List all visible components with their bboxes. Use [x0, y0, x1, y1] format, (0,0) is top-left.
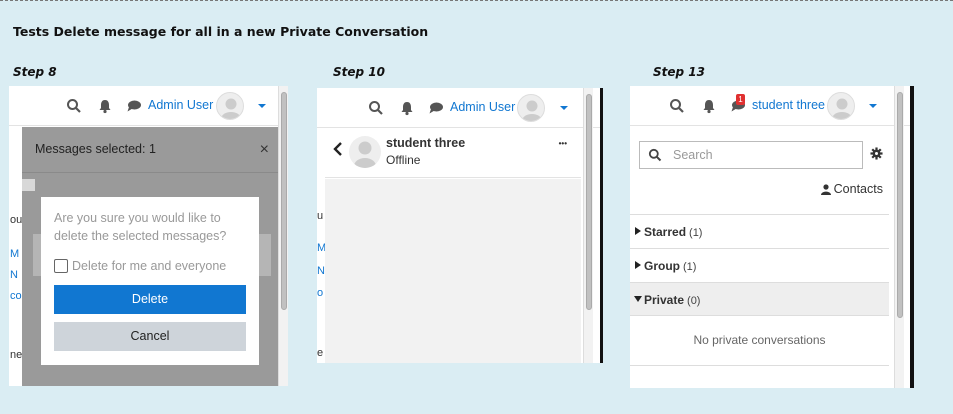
step-label-8: Step 8 — [13, 65, 57, 79]
page-title: Tests Delete message for all in a new Pr… — [13, 24, 429, 39]
step10-scrollbar-thumb[interactable] — [586, 94, 592, 310]
step10-screenshot: Admin User u M N o e student three Offli… — [317, 88, 603, 363]
search-input[interactable]: Search — [639, 141, 863, 169]
step10-scrollbar[interactable] — [583, 88, 593, 363]
delete-for-everyone-label: Delete for me and everyone — [72, 259, 227, 273]
step13-window-edge — [910, 86, 914, 388]
messages-selected-text: Messages selected: 1 — [35, 142, 156, 156]
contact-status: Offline — [386, 153, 421, 167]
contacts-link[interactable]: Contacts — [820, 182, 883, 196]
user-menu-name[interactable]: student three — [752, 98, 825, 112]
delete-button[interactable]: Delete — [54, 285, 246, 314]
conversation-header: student three Offline ••• — [325, 128, 581, 178]
gear-icon[interactable] — [870, 147, 883, 160]
section-private[interactable]: Private (0) — [630, 282, 889, 316]
step-label-10: Step 10 — [333, 65, 385, 79]
section-group[interactable]: Group (1) — [630, 248, 889, 282]
contact-name[interactable]: student three — [386, 136, 465, 150]
chevron-down-icon[interactable] — [258, 103, 266, 109]
step13-scrollbar-thumb[interactable] — [897, 92, 903, 318]
step13-scrollbar[interactable] — [894, 86, 904, 388]
caret-right-icon — [635, 261, 641, 269]
search-placeholder: Search — [673, 148, 713, 162]
user-menu-name[interactable]: Admin User — [450, 100, 515, 114]
step8-page-fragments: ou M N co ne — [9, 127, 22, 386]
delete-confirm-question: Are you sure you would like to delete th… — [54, 211, 227, 243]
step13-navbar: 1 student three — [630, 86, 914, 126]
contact-avatar[interactable] — [349, 136, 381, 168]
step8-navbar: Admin User — [9, 86, 288, 126]
user-avatar[interactable] — [827, 92, 855, 120]
step13-bottom-divider — [630, 365, 889, 366]
step-label-13: Step 13 — [653, 65, 705, 79]
empty-private-conversations: No private conversations — [693, 333, 826, 347]
cancel-button[interactable]: Cancel — [54, 322, 246, 351]
messages-selected-bar: Messages selected: 1 × — [22, 127, 279, 173]
user-icon — [820, 184, 831, 195]
step8-scrollbar[interactable] — [278, 86, 288, 386]
user-avatar[interactable] — [517, 94, 545, 122]
section-starred[interactable]: Starred (1) — [630, 214, 889, 248]
chat-icon[interactable] — [126, 98, 142, 114]
chat-icon[interactable] — [428, 100, 444, 116]
back-chevron-icon[interactable] — [333, 142, 343, 156]
chevron-down-icon[interactable] — [869, 103, 877, 109]
delete-confirm-dialog: Are you sure you would like to delete th… — [41, 197, 259, 365]
delete-for-everyone-checkbox[interactable] — [54, 259, 68, 273]
notification-badge: 1 — [736, 94, 745, 105]
step8-scrollbar-thumb[interactable] — [281, 92, 287, 310]
step8-screenshot: Admin User ou M N co ne Messages selecte… — [9, 86, 288, 386]
contacts-label: Contacts — [833, 182, 883, 196]
chevron-down-icon[interactable] — [560, 105, 568, 111]
step10-navbar: Admin User — [317, 88, 603, 128]
delete-for-everyone-row: Delete for me and everyone — [54, 259, 226, 273]
step10-window-edge — [600, 88, 603, 363]
step13-screenshot: 1 student three Search Contacts Starred(… — [630, 86, 914, 388]
step8-faded-message — [22, 179, 35, 191]
step10-page-fragments: u M N o e — [317, 210, 327, 359]
caret-down-icon — [634, 296, 642, 302]
search-icon[interactable] — [669, 98, 685, 114]
search-icon[interactable] — [368, 100, 384, 116]
caret-right-icon — [635, 227, 641, 235]
search-icon — [648, 148, 662, 162]
bell-icon[interactable] — [701, 98, 717, 114]
user-menu-name[interactable]: Admin User — [148, 98, 213, 112]
conversation-body — [325, 179, 581, 363]
close-icon[interactable]: × — [260, 141, 269, 159]
more-options-icon[interactable]: ••• — [559, 139, 567, 148]
bell-icon[interactable] — [97, 98, 113, 114]
bell-icon[interactable] — [399, 100, 415, 116]
search-icon[interactable] — [66, 98, 82, 114]
user-avatar[interactable] — [216, 92, 244, 120]
